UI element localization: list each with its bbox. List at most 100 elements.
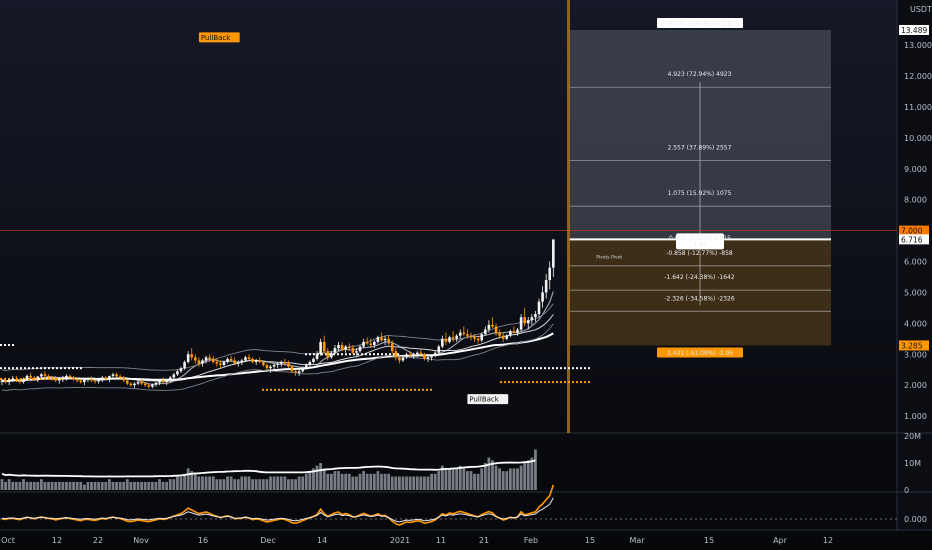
level-dot: [282, 388, 284, 391]
candle-body: [305, 365, 308, 369]
candle-body: [11, 378, 15, 380]
level-dot: [500, 367, 502, 370]
level-dot: [8, 343, 10, 346]
candle-body: [29, 375, 32, 378]
candle-body: [161, 380, 165, 383]
volume-bar: [397, 476, 401, 490]
level-dot: [366, 388, 368, 391]
level-dot: [12, 343, 14, 346]
candle-body: [376, 337, 380, 342]
volume-bar: [326, 473, 330, 490]
level-dot: [528, 367, 530, 370]
candle-body: [369, 343, 373, 345]
level-dot: [560, 381, 562, 384]
volume-bar: [108, 479, 111, 490]
candle-body: [301, 368, 305, 372]
volume-bar: [519, 465, 523, 490]
volume-bar: [283, 476, 287, 490]
candle-body: [15, 378, 18, 381]
position-tool[interactable]: 4.923 (72.94%) 4923 2.557 (37.89%) 2557 1.…: [0, 0, 897, 433]
candle-body: [287, 363, 290, 367]
candle-body: [36, 376, 40, 379]
position-level-label: -1.642 (-24.38%) -1642: [664, 274, 734, 281]
volume-bar: [57, 481, 61, 490]
volume-bar: [516, 468, 519, 490]
candle-body: [126, 380, 129, 384]
volume-bar: [315, 465, 319, 490]
volume-bar: [133, 481, 136, 490]
level-dot: [572, 367, 574, 370]
candle-body: [505, 335, 509, 339]
time-tick-label: Apr: [773, 536, 788, 545]
price-tick-label: 4.000: [904, 319, 927, 328]
volume-bar: [204, 476, 208, 490]
candle-body: [50, 377, 54, 379]
candle-body: [290, 366, 294, 372]
volume-bar: [208, 476, 212, 490]
level-dot: [398, 388, 400, 391]
volume-bar: [512, 468, 516, 490]
candle-body: [7, 379, 11, 383]
candle-body: [526, 320, 530, 324]
level-dot: [540, 381, 542, 384]
candle-body: [344, 346, 347, 350]
candle-body: [190, 354, 194, 358]
volume-bar: [183, 473, 186, 490]
level-dot: [20, 367, 22, 370]
volume-bar: [476, 473, 480, 490]
volume-bar: [161, 481, 165, 490]
level-dot: [48, 367, 50, 370]
candle-body: [322, 341, 326, 352]
pullback-label: PullBack: [469, 396, 499, 404]
volume-bar: [426, 476, 430, 490]
level-dot: [552, 367, 554, 370]
level-dot: [576, 367, 578, 370]
time-tick-label: 11: [436, 536, 446, 545]
volume-bar: [226, 476, 229, 490]
level-dot: [532, 367, 534, 370]
position-level-label: -2.326 (-34.58%) -2326: [664, 295, 734, 302]
level-dot: [548, 381, 550, 384]
candle-body: [537, 301, 541, 315]
level-dot: [390, 388, 392, 391]
candle-body: [476, 338, 480, 341]
volume-bar: [215, 479, 219, 490]
volume-bar: [351, 476, 355, 490]
candle-body: [444, 338, 448, 342]
candle-body: [226, 358, 229, 362]
candle-body: [47, 375, 50, 378]
level-dot: [568, 381, 570, 384]
candle-body: [448, 337, 451, 342]
time-tick-label: 16: [198, 536, 208, 545]
level-dot: [500, 381, 502, 384]
volume-bar: [61, 481, 65, 490]
level-dot: [374, 388, 376, 391]
candle-body: [415, 352, 419, 355]
trading-chart[interactable]: USDT 1.000 2.000 3.000 4.000 5.000 6.000 7.000…: [0, 0, 932, 550]
candle-body: [394, 351, 398, 358]
level-dot: [532, 381, 534, 384]
price-tick-label: 12.000: [904, 72, 932, 81]
volume-bar: [347, 473, 351, 490]
volume-bar: [43, 481, 47, 490]
level-dot: [584, 367, 586, 370]
candle-body: [140, 382, 143, 384]
candle-body: [552, 239, 555, 268]
volume-bar: [333, 471, 337, 490]
candle-body: [0, 380, 4, 383]
candle-body: [79, 380, 83, 383]
volume-bar: [18, 481, 22, 490]
candle-body: [197, 360, 201, 364]
level-dot: [508, 381, 510, 384]
time-tick-label: Mar: [629, 536, 645, 545]
candle-body: [251, 358, 254, 362]
level-dot: [56, 367, 58, 370]
candle-body: [93, 380, 97, 382]
price-tag-text: 7.000: [901, 227, 923, 236]
candle-body: [365, 341, 369, 344]
candle-body: [487, 324, 491, 330]
volume-bar: [50, 481, 54, 490]
candle-body: [534, 314, 537, 318]
osc-signal: [1, 497, 554, 523]
volume-bar: [365, 473, 369, 490]
